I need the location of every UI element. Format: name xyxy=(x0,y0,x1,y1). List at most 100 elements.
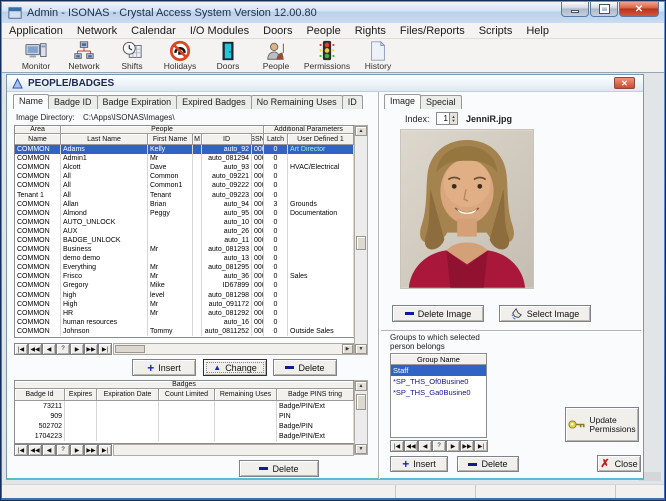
column-header-m[interactable]: M xyxy=(193,134,202,145)
nav-last-button[interactable]: ▶| xyxy=(474,440,488,452)
people-hscrollbar[interactable]: ▶ xyxy=(113,343,354,355)
nav-first-button[interactable]: |◀ xyxy=(390,440,404,452)
scroll-right-icon[interactable]: ▶ xyxy=(342,344,353,354)
table-row[interactable]: COMMONJohnsonTommyauto_0811252000-0Outsi… xyxy=(15,327,354,336)
table-row[interactable]: Tenant 1AllTenantauto_09223000-0 xyxy=(15,190,354,199)
scroll-up-icon[interactable]: ▲ xyxy=(355,381,367,391)
table-row[interactable]: COMMONAlmondPeggyauto_95000-0Documentati… xyxy=(15,209,354,218)
column-header-id[interactable]: ID xyxy=(202,134,252,145)
menu-calendar[interactable]: Calendar xyxy=(124,25,183,37)
scroll-down-icon[interactable]: ▼ xyxy=(355,344,367,354)
tab-image[interactable]: Image xyxy=(384,94,421,109)
nav-next-page-button[interactable]: ▶▶ xyxy=(84,444,98,456)
toolbar-permissions[interactable]: Permissions xyxy=(300,40,354,71)
badges-delete-button[interactable]: Delete xyxy=(239,460,319,477)
groups-delete-button[interactable]: Delete xyxy=(457,456,519,472)
nav-prev-page-button[interactable]: ◀◀ xyxy=(404,440,418,452)
groups-insert-button[interactable]: + Insert xyxy=(390,456,448,472)
title-bar[interactable]: Admin - ISONAS - Crystal Access System V… xyxy=(2,2,664,23)
nav-prev-button[interactable]: ◀ xyxy=(42,343,56,355)
menu-scripts[interactable]: Scripts xyxy=(472,25,520,37)
tab-badge-expiration[interactable]: Badge Expiration xyxy=(97,95,178,109)
table-row[interactable]: 1704223Badge/PIN/Ext xyxy=(15,431,354,441)
people-badges-title-bar[interactable]: PEOPLE/BADGES ✕ xyxy=(7,75,643,92)
group-row[interactable]: *SP_THS_Of0Busine0 xyxy=(391,376,486,387)
close-panel-button[interactable]: ✗ Close xyxy=(597,455,641,472)
menu-help[interactable]: Help xyxy=(519,25,556,37)
badges-hscrollbar[interactable] xyxy=(113,444,354,456)
close-button[interactable]: ✕ xyxy=(619,2,659,17)
tab-badge-id[interactable]: Badge ID xyxy=(48,95,98,109)
column-header-expires[interactable]: Expires xyxy=(65,389,97,401)
group-row[interactable]: Staff xyxy=(391,365,486,376)
nav-last-button[interactable]: ▶| xyxy=(98,444,112,456)
table-row[interactable]: COMMONAUTO_UNLOCKauto_10000-0 xyxy=(15,218,354,227)
tab-id[interactable]: ID xyxy=(342,95,363,109)
table-row[interactable]: COMMONdemo demoauto_13000-0 xyxy=(15,254,354,263)
index-spinner[interactable]: 1 ▲▼ xyxy=(436,112,458,125)
group-header-area[interactable]: Area xyxy=(15,126,61,134)
table-row[interactable]: COMMONFriscoMrauto_36000-0Sales xyxy=(15,272,354,281)
column-header-count-limited[interactable]: Count Limited xyxy=(159,389,215,401)
menu-files-reports[interactable]: Files/Reports xyxy=(393,25,472,37)
column-header-user-defined-1[interactable]: User Defined 1 xyxy=(288,134,354,145)
table-row[interactable]: COMMONHighMrauto_091172000-0 xyxy=(15,300,354,309)
table-row[interactable]: COMMONBADGE_UNLOCKauto_11000-0 xyxy=(15,236,354,245)
table-row[interactable]: COMMONAllanBrianauto_94000-3Grounds xyxy=(15,200,354,209)
column-header-first-name[interactable]: First Name xyxy=(148,134,193,145)
table-row[interactable]: COMMONEverythingMrauto_081295000-0 xyxy=(15,263,354,272)
tab-no-remaining-uses[interactable]: No Remaining Uses xyxy=(251,95,343,109)
scroll-down-icon[interactable]: ▼ xyxy=(355,444,367,454)
menu-rights[interactable]: Rights xyxy=(348,25,393,37)
delete-image-button[interactable]: Delete Image xyxy=(392,305,484,322)
nav-locate-button[interactable]: ? xyxy=(56,343,70,355)
column-header-name[interactable]: Name xyxy=(15,134,61,145)
badges-vscrollbar[interactable]: ▲ ▼ xyxy=(354,380,368,455)
table-row[interactable]: 502702Badge/PIN xyxy=(15,421,354,431)
nav-next-page-button[interactable]: ▶▶ xyxy=(460,440,474,452)
groups-column-header[interactable]: Group Name xyxy=(391,354,486,365)
column-header-last-name[interactable]: Last Name xyxy=(61,134,148,145)
scroll-up-icon[interactable]: ▲ xyxy=(355,126,367,136)
column-header-ssn[interactable]: SSN xyxy=(252,134,264,145)
delete-button[interactable]: Delete xyxy=(273,359,337,376)
column-header-remaining-uses[interactable]: Remaining Uses xyxy=(215,389,277,401)
panel-close-button[interactable]: ✕ xyxy=(614,77,635,89)
insert-button[interactable]: + Insert xyxy=(132,359,196,376)
table-row[interactable]: COMMONAUXauto_26000-0 xyxy=(15,227,354,236)
table-row[interactable]: COMMONAdmin1Mrauto_081294000-0 xyxy=(15,154,354,163)
select-image-button[interactable]: Select Image xyxy=(499,305,591,322)
table-row[interactable]: COMMONhighlevelauto_081298000-0 xyxy=(15,291,354,300)
scrollbar-thumb[interactable] xyxy=(356,394,366,410)
spinner-arrows-icon[interactable]: ▲▼ xyxy=(449,113,457,124)
nav-first-button[interactable]: |◀ xyxy=(14,343,28,355)
tab-special[interactable]: Special xyxy=(420,95,462,109)
people-vscrollbar[interactable]: ▲ ▼ xyxy=(354,125,368,355)
toolbar-network[interactable]: Network xyxy=(60,40,108,71)
update-permissions-button[interactable]: Update Permissions xyxy=(565,407,639,442)
toolbar-monitor[interactable]: Monitor xyxy=(12,40,60,71)
nav-prev-button[interactable]: ◀ xyxy=(418,440,432,452)
table-row[interactable]: COMMONhuman resourcesauto_16000-0 xyxy=(15,318,354,327)
nav-locate-button[interactable]: ? xyxy=(432,440,446,452)
menu-people[interactable]: People xyxy=(299,25,347,37)
table-row[interactable]: COMMONHRMrauto_081292000-0 xyxy=(15,309,354,318)
nav-prev-page-button[interactable]: ◀◀ xyxy=(28,343,42,355)
column-header-badge-id[interactable]: Badge Id xyxy=(15,389,65,401)
table-row[interactable]: COMMONAllCommonauto_09221000-0 xyxy=(15,172,354,181)
group-header-people[interactable]: People xyxy=(61,126,264,134)
menu-application[interactable]: Application xyxy=(2,25,70,37)
toolbar-history[interactable]: History xyxy=(354,40,402,71)
nav-next-button[interactable]: ▶ xyxy=(446,440,460,452)
nav-prev-page-button[interactable]: ◀◀ xyxy=(28,444,42,456)
table-row[interactable]: COMMONAllCommon1auto_09222000-0 xyxy=(15,181,354,190)
table-row[interactable]: 73211Badge/PIN/Ext xyxy=(15,401,354,411)
nav-prev-button[interactable]: ◀ xyxy=(42,444,56,456)
toolbar-people[interactable]: People xyxy=(252,40,300,71)
table-row[interactable]: COMMONAlcottDaveauto_93000-0HVAC/Electri… xyxy=(15,163,354,172)
nav-next-button[interactable]: ▶ xyxy=(70,343,84,355)
group-row[interactable]: *SP_THS_Ga0Busine0 xyxy=(391,387,486,398)
nav-next-button[interactable]: ▶ xyxy=(70,444,84,456)
change-button[interactable]: ▲ Change xyxy=(203,359,267,376)
scrollbar-thumb[interactable] xyxy=(356,236,366,250)
